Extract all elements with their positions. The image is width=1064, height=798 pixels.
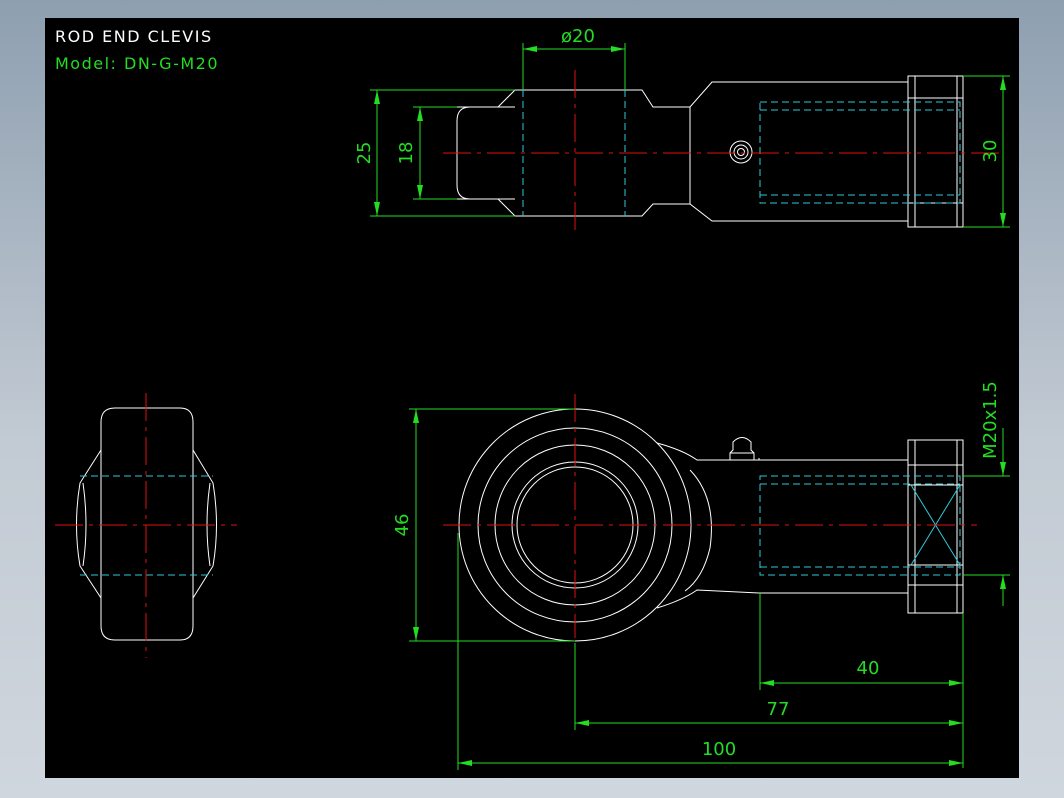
end-view-ball-right [192,449,217,599]
front-neck-bottom [656,589,760,609]
grease-fitting-outer [729,140,753,164]
top-view [443,70,1000,230]
front-neck-top [656,442,760,461]
dim-eye-height: 46 [392,514,413,537]
dim-nut-height: 30 [980,140,1001,163]
dim-pin-diameter: ø20 [561,26,595,47]
dim-thread-spec: M20x1.5 [980,381,1001,459]
dim-center-to-end: 77 [767,699,790,720]
end-view [55,393,237,658]
dim-inner-height: 18 [396,142,417,165]
top-view-dimensions: ø20 25 18 30 [354,26,1010,228]
dim-thread-length: 40 [857,658,880,679]
front-view-dimensions: 46 M20x1.5 40 77 100 [392,381,1010,770]
top-view-outline [456,75,964,228]
dim-outer-height: 25 [354,142,375,165]
cad-drawing: ø20 25 18 30 46 M20x1.5 40 77 100 [55,26,1010,770]
end-view-outline [100,407,194,641]
dim-overall-length: 100 [702,739,736,760]
front-view [443,394,977,642]
front-hex-nut [907,439,964,614]
grease-fitting-mid [733,144,749,160]
end-view-ball-left [76,449,102,599]
drawing-canvas: ROD END CLEVIS Model: DN-G-M20 ø20 25 18… [45,18,1019,778]
front-grease-nipple [729,437,755,460]
front-neck-inner [684,469,712,592]
grease-fitting-inner [737,148,745,156]
